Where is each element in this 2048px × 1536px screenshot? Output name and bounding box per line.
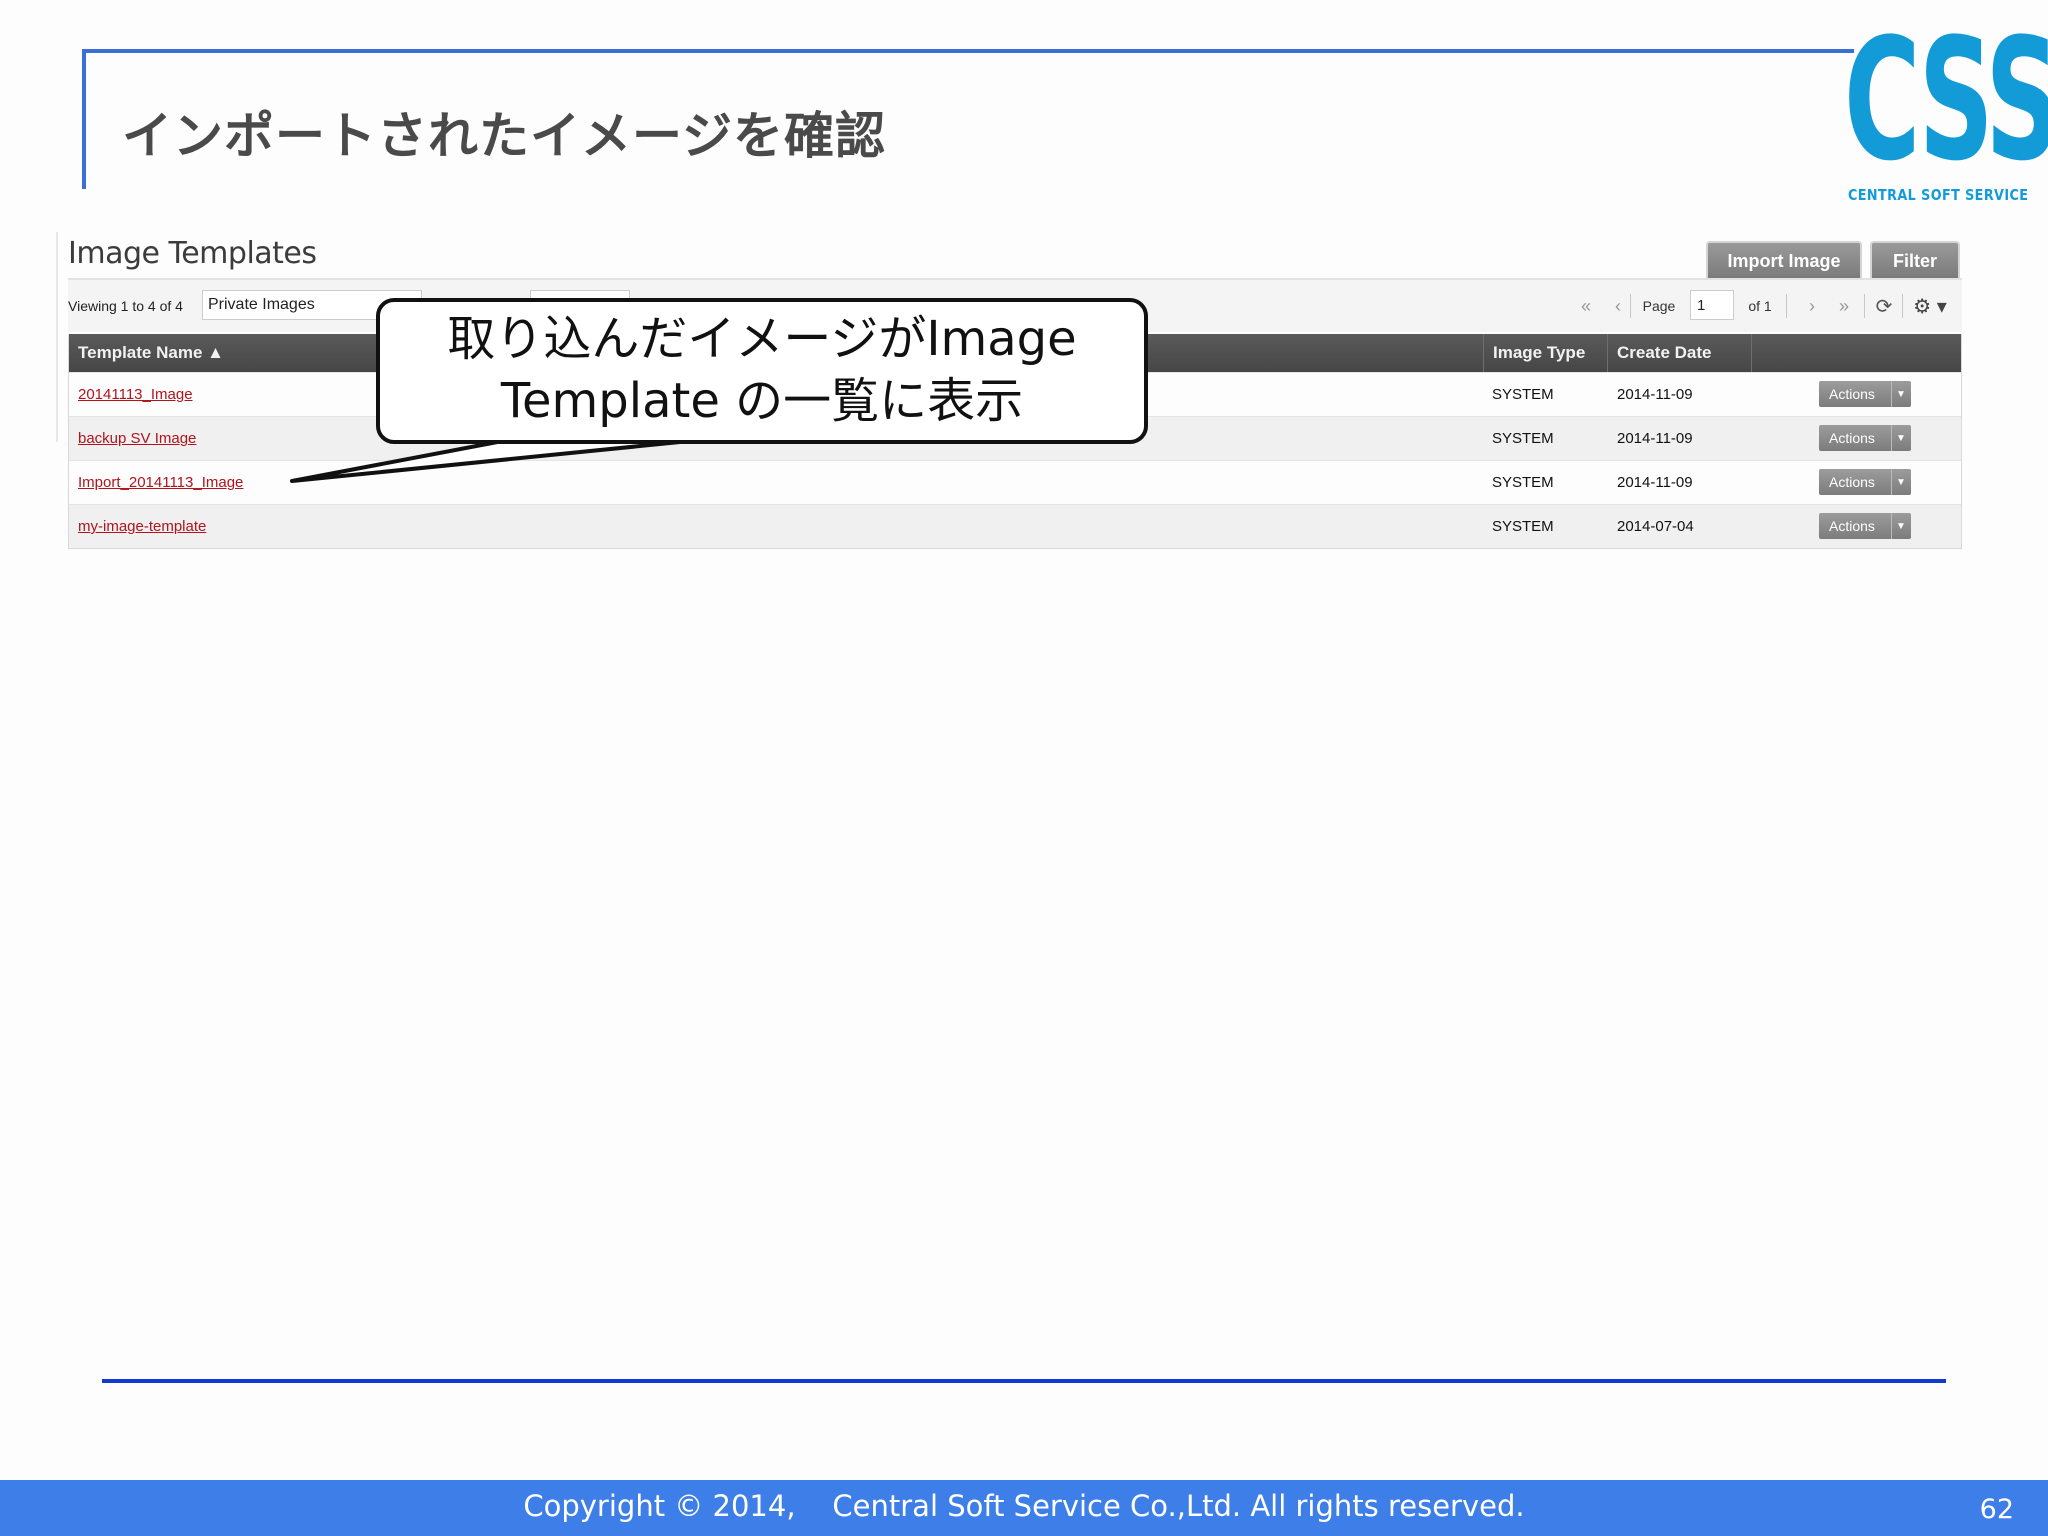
callout-box: 取り込んだイメージがImage Template の一覧に表示	[376, 298, 1148, 444]
create-date-cell: 2014-11-09	[1617, 386, 1693, 403]
actions-label: Actions	[1829, 474, 1875, 490]
gear-icon[interactable]: ⚙ ▾	[1906, 288, 1954, 324]
last-page-icon[interactable]: »	[1832, 288, 1856, 324]
filter-button[interactable]: Filter	[1870, 241, 1960, 279]
css-logo: CSS CENTRAL SOFT SERVICE	[1844, 2, 2048, 212]
logo-subtitle: CENTRAL SOFT SERVICE	[1848, 186, 2029, 204]
column-actions	[1751, 334, 1963, 372]
next-page-icon[interactable]: ›	[1800, 288, 1824, 324]
callout-line-1: 取り込んだイメージがImage	[447, 311, 1077, 367]
image-type-cell: SYSTEM	[1492, 474, 1554, 491]
image-type-cell: SYSTEM	[1492, 430, 1554, 447]
page-number: 62	[1979, 1494, 2014, 1525]
actions-button[interactable]: Actions ▼	[1819, 513, 1911, 539]
title-bar-accent	[82, 49, 86, 189]
create-date-cell: 2014-11-09	[1617, 430, 1693, 447]
template-name-link[interactable]: 20141113_Image	[78, 373, 193, 416]
page-label: Page	[1642, 298, 1676, 314]
chevron-down-icon[interactable]: ▼	[1891, 425, 1910, 451]
actions-label: Actions	[1829, 518, 1875, 534]
refresh-icon[interactable]: ⟳	[1870, 288, 1898, 324]
title-bar-rule	[82, 49, 1854, 53]
page-number-input[interactable]: 1	[1690, 290, 1734, 320]
page-heading: Image Templates	[68, 236, 317, 271]
create-date-cell: 2014-11-09	[1617, 474, 1693, 491]
chevron-down-icon[interactable]: ▼	[1891, 381, 1910, 407]
first-page-icon[interactable]: «	[1574, 288, 1598, 324]
column-image-type[interactable]: Image Type	[1483, 334, 1607, 372]
image-type-cell: SYSTEM	[1492, 518, 1554, 535]
import-image-button[interactable]: Import Image	[1706, 241, 1862, 279]
callout-pointer	[290, 437, 702, 483]
actions-label: Actions	[1829, 386, 1875, 402]
actions-button[interactable]: Actions ▼	[1819, 381, 1911, 407]
create-date-cell: 2014-07-04	[1617, 518, 1694, 535]
chevron-down-icon[interactable]: ▼	[1891, 513, 1910, 539]
callout-line-2: Template の一覧に表示	[500, 373, 1024, 429]
column-create-date[interactable]: Create Date	[1607, 334, 1751, 372]
copyright-text: Copyright © 2014, Central Soft Service C…	[523, 1489, 1525, 1523]
template-name-link[interactable]: backup SV Image	[78, 417, 196, 460]
slide-title: インポートされたイメージを確認	[122, 107, 886, 165]
viewing-count: Viewing 1 to 4 of 4	[68, 298, 183, 314]
logo-letters: CSS	[1844, 2, 2048, 198]
template-name-link[interactable]: Import_20141113_Image	[78, 461, 243, 504]
chevron-down-icon[interactable]: ▼	[1891, 469, 1910, 495]
page-total: of 1	[1748, 298, 1772, 314]
actions-button[interactable]: Actions ▼	[1819, 469, 1911, 495]
image-type-cell: SYSTEM	[1492, 386, 1554, 403]
footer-bar: Copyright © 2014, Central Soft Service C…	[0, 1480, 2048, 1536]
table-row: my-image-template SYSTEM 2014-07-04 Acti…	[69, 504, 1961, 548]
actions-label: Actions	[1829, 430, 1875, 446]
template-name-link[interactable]: my-image-template	[78, 505, 206, 548]
table-row: Import_20141113_Image SYSTEM 2014-11-09 …	[69, 460, 1961, 504]
footer-rule	[102, 1379, 1946, 1383]
prev-page-icon[interactable]: ‹	[1606, 288, 1630, 324]
actions-button[interactable]: Actions ▼	[1819, 425, 1911, 451]
